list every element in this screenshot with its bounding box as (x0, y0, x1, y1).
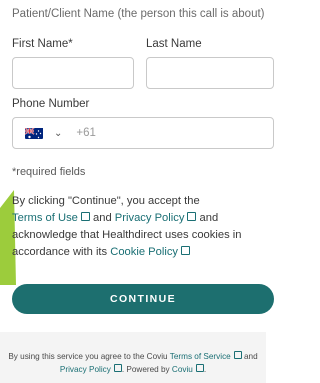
external-link-icon (233, 351, 242, 359)
coviu-link[interactable]: Coviu (172, 365, 193, 374)
last-name-label: Last Name (146, 38, 202, 50)
external-link-icon (181, 246, 191, 255)
consent-part1: By clicking "Continue", you accept the (12, 195, 200, 207)
required-note: *required fields (12, 166, 86, 178)
phone-label: Phone Number (12, 98, 90, 110)
first-name-label: First Name* (12, 38, 73, 50)
footer-text: By using this service you agree to the C… (0, 350, 266, 376)
section-title: Patient/Client Name (the person this cal… (12, 8, 265, 20)
coviu-privacy-link[interactable]: Privacy Policy (60, 365, 111, 374)
consent-text: By clicking "Continue", you accept the T… (12, 193, 262, 261)
terms-of-use-link[interactable]: Terms of Use (12, 212, 78, 224)
external-link-icon (195, 364, 204, 372)
last-name-input[interactable] (146, 57, 274, 89)
external-link-icon (80, 212, 90, 221)
chevron-down-icon[interactable]: ⌄ (54, 128, 62, 139)
first-name-input[interactable] (12, 57, 134, 89)
cookie-policy-link[interactable]: Cookie Policy (110, 246, 178, 258)
footer-prefix: By using this service you agree to the C… (8, 352, 170, 361)
country-code: +61 (76, 127, 96, 139)
external-link-icon (113, 364, 122, 372)
phone-field[interactable]: ⌄ +61 (12, 117, 274, 149)
privacy-policy-link[interactable]: Privacy Policy (115, 212, 185, 224)
footer-and: and (241, 352, 258, 361)
consent-and: and (89, 212, 115, 224)
external-link-icon (187, 212, 197, 221)
continue-button[interactable]: CONTINUE (12, 284, 274, 314)
coviu-terms-link[interactable]: Terms of Service (170, 352, 231, 361)
australia-flag-icon[interactable] (25, 127, 43, 139)
footer-powered: . Powered by (121, 365, 172, 374)
footer-end: . (203, 365, 207, 374)
